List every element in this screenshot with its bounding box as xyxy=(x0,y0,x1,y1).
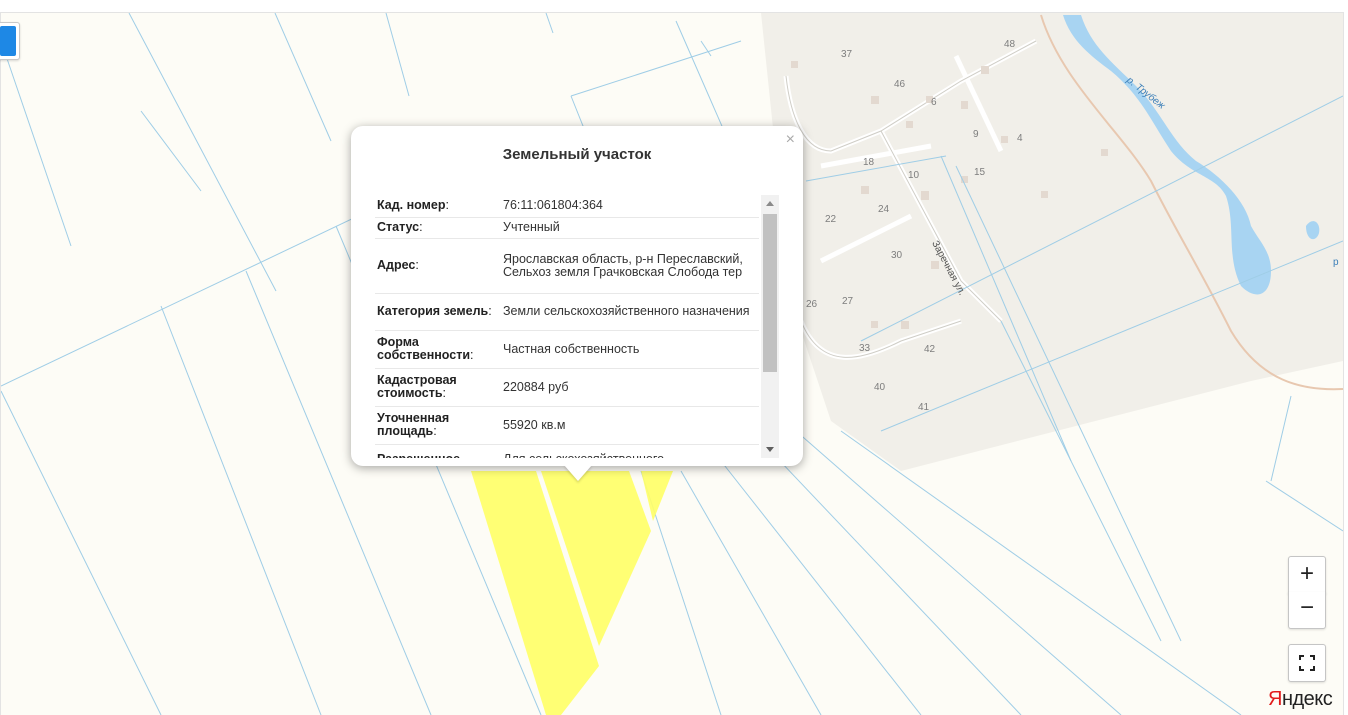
table-row: Форма собственности: Частная собственнос… xyxy=(375,330,759,369)
balloon-content[interactable]: Кад. номер: 76:11:061804:364 Статус: Учт… xyxy=(375,195,781,458)
layers-button[interactable] xyxy=(0,22,20,60)
house-number: 48 xyxy=(1004,39,1016,50)
zoom-out-button[interactable]: − xyxy=(1288,592,1326,629)
edge-map-label: р xyxy=(1333,257,1339,268)
house-number: 22 xyxy=(825,214,837,225)
table-row: Разрешенное Для сельскохозяйственного xyxy=(375,444,759,458)
house-number: 41 xyxy=(918,402,930,413)
scroll-up-icon[interactable] xyxy=(766,201,774,206)
house-number: 4 xyxy=(1017,133,1023,144)
house-number: 10 xyxy=(908,170,920,181)
parcel-properties-table: Кад. номер: 76:11:061804:364 Статус: Учт… xyxy=(375,195,759,458)
table-row: Категория земель: Земли сельскохозяйстве… xyxy=(375,293,759,331)
parcel-info-balloon: × Земельный участок Кад. номер: 76:11:06… xyxy=(351,126,803,466)
table-row: Статус: Учтенный xyxy=(375,217,759,239)
house-number: 30 xyxy=(891,250,903,261)
house-number: 24 xyxy=(878,204,890,215)
balloon-title: Земельный участок xyxy=(502,146,652,163)
property-key: Уточненная площадь: xyxy=(375,406,499,445)
house-number: 42 xyxy=(924,344,936,355)
balloon-scrollbar[interactable] xyxy=(761,195,779,458)
scrollbar-thumb[interactable] xyxy=(763,214,777,372)
property-value: Для сельскохозяйственного xyxy=(499,444,759,458)
house-number: 46 xyxy=(894,79,906,90)
house-number: 6 xyxy=(931,97,937,108)
house-number: 33 xyxy=(859,343,871,354)
table-row: Уточненная площадь: 55920 кв.м xyxy=(375,406,759,445)
property-value: Земли сельскохозяйственного назначения xyxy=(499,293,759,331)
house-number: 26 xyxy=(806,299,818,310)
selected-parcel-right xyxy=(641,471,673,521)
property-key: Разрешенное xyxy=(375,444,499,458)
property-key: Кадастровая стоимость: xyxy=(375,368,499,407)
table-row: Кад. номер: 76:11:061804:364 xyxy=(375,195,759,218)
fullscreen-icon xyxy=(1299,655,1315,671)
property-value: Ярославская область, р-н Переславский, С… xyxy=(499,238,759,294)
layers-icon xyxy=(0,26,16,56)
house-number: 9 xyxy=(973,129,979,140)
table-row: Кадастровая стоимость: 220884 руб xyxy=(375,368,759,407)
balloon-tail xyxy=(564,465,592,481)
property-key: Кад. номер: xyxy=(375,195,499,218)
property-value: Учтенный xyxy=(499,217,759,239)
property-value: 76:11:061804:364 xyxy=(499,195,759,218)
property-value: Частная собственность xyxy=(499,330,759,369)
table-row: Адрес: Ярославская область, р-н Переслав… xyxy=(375,238,759,294)
property-key: Адрес: xyxy=(375,238,499,294)
zoom-in-button[interactable]: + xyxy=(1288,556,1326,594)
property-key: Статус: xyxy=(375,217,499,239)
house-number: 15 xyxy=(974,167,986,178)
property-value: 55920 кв.м xyxy=(499,406,759,445)
house-number: 27 xyxy=(842,296,854,307)
property-value: 220884 руб xyxy=(499,368,759,407)
yandex-logo[interactable]: Яндекс xyxy=(1268,688,1333,711)
house-number: 18 xyxy=(863,157,875,168)
house-number: 37 xyxy=(841,49,853,60)
property-key: Категория земель: xyxy=(375,293,499,331)
scroll-down-icon[interactable] xyxy=(766,447,774,452)
fullscreen-button[interactable] xyxy=(1288,644,1326,682)
house-number: 40 xyxy=(874,382,886,393)
property-key: Форма собственности: xyxy=(375,330,499,369)
